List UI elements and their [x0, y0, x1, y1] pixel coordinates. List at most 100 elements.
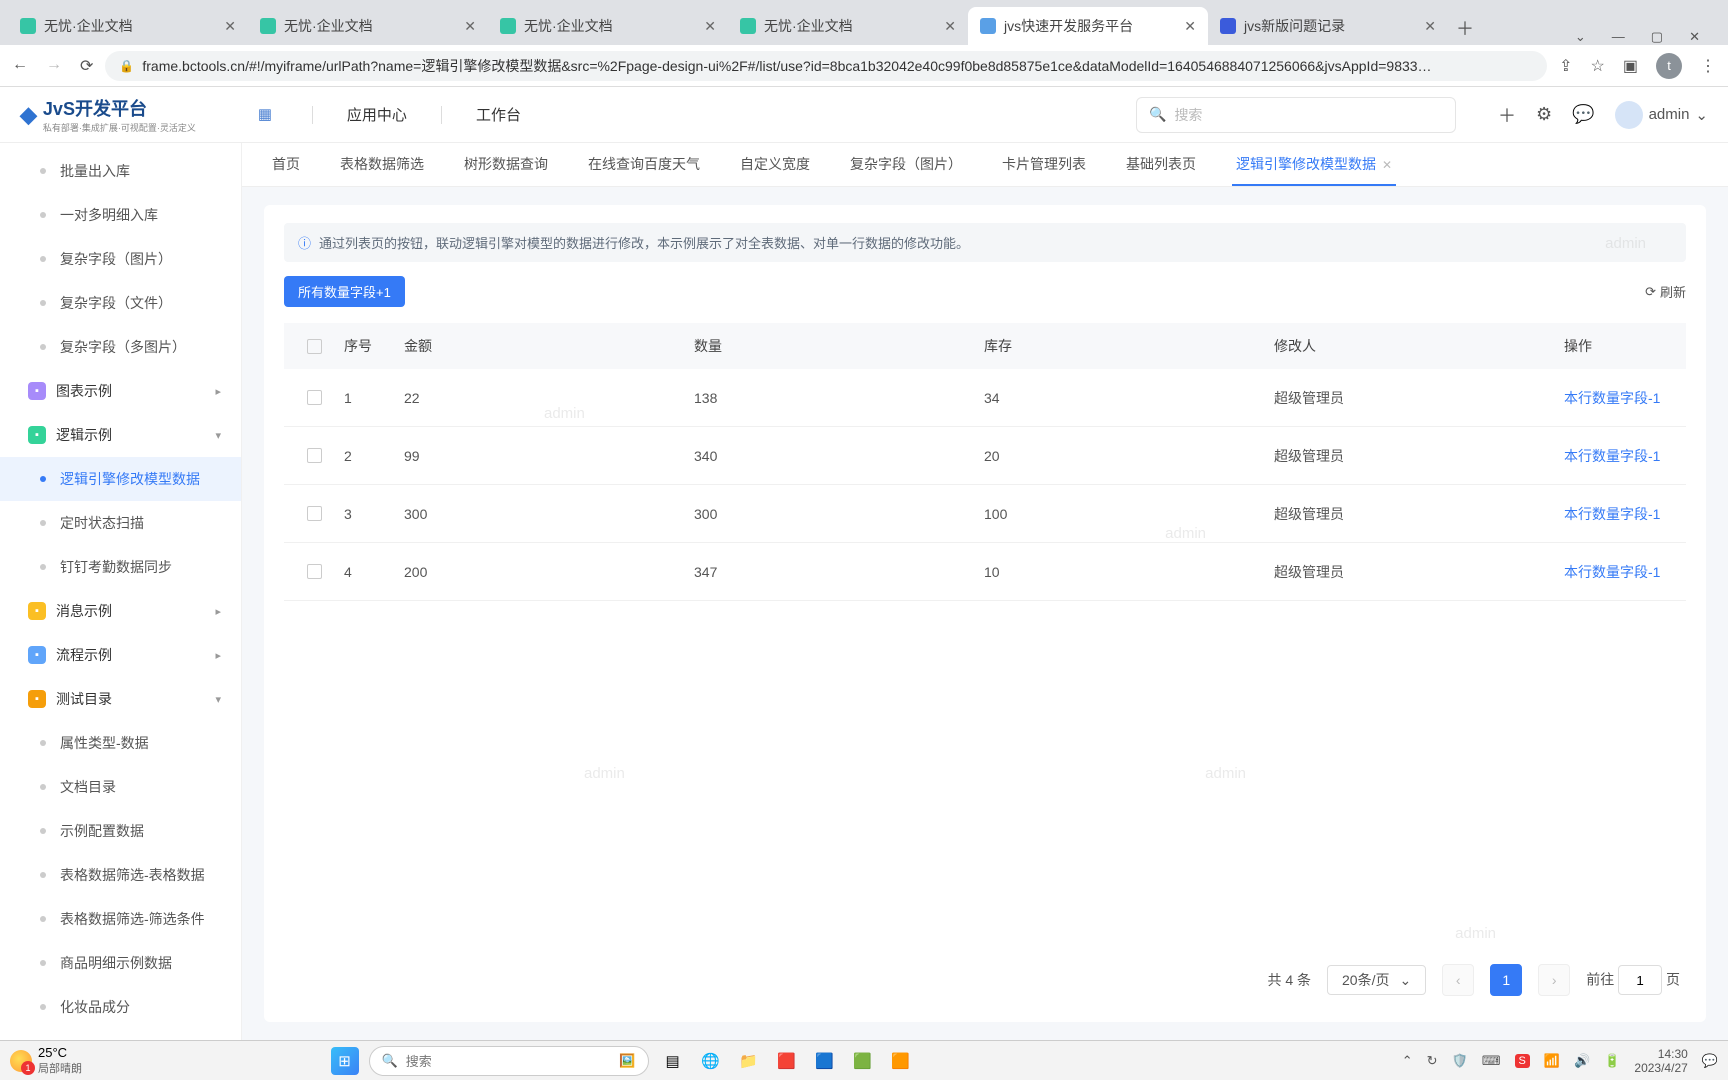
page-tab[interactable]: 逻辑引擎修改模型数据✕ — [1236, 154, 1392, 186]
sidebar-item[interactable]: 示例配置数据 — [0, 809, 241, 853]
sidebar-item[interactable]: ▪ 流程示例 ▸ — [0, 633, 241, 677]
kebab-menu-icon[interactable]: ⋮ — [1700, 56, 1716, 76]
minimize-icon[interactable]: — — [1612, 29, 1625, 45]
close-tab-icon[interactable]: ✕ — [464, 18, 476, 35]
app-logo[interactable]: ◆ JvS开发平台 私有部署·集成扩展·可视配置·灵活定义 — [20, 95, 196, 134]
close-tab-icon[interactable]: ✕ — [1424, 18, 1436, 35]
expand-icon[interactable]: ▸ — [215, 605, 221, 618]
app-icon[interactable]: 🟦 — [811, 1047, 839, 1075]
sidebar-item[interactable]: 定时状态扫描 — [0, 501, 241, 545]
taskbar-search[interactable]: 🔍 搜索 🖼️ — [369, 1046, 649, 1076]
close-tab-icon[interactable]: ✕ — [1382, 158, 1392, 172]
search-input[interactable]: 🔍 搜索 — [1136, 97, 1456, 133]
reload-icon[interactable]: ⟳ — [80, 56, 93, 76]
url-input[interactable]: 🔒 frame.bctools.cn/#!/myiframe/urlPath?n… — [105, 51, 1547, 81]
extensions-icon[interactable]: ▣ — [1623, 56, 1638, 76]
star-icon[interactable]: ☆ — [1591, 56, 1605, 76]
page-size-select[interactable]: 20条/页 ⌄ — [1327, 965, 1426, 995]
taskview-icon[interactable]: ▤ — [659, 1047, 687, 1075]
sidebar-item[interactable]: 商品明细示例数据 — [0, 941, 241, 985]
chrome-icon[interactable]: 🌐 — [697, 1047, 725, 1075]
page-tab[interactable]: 自定义宽度 — [740, 154, 810, 186]
sidebar-item[interactable]: 一对多明细入库 — [0, 193, 241, 237]
sidebar-item[interactable]: 文档目录 — [0, 765, 241, 809]
close-tab-icon[interactable]: ✕ — [1184, 18, 1196, 35]
tray-wifi-icon[interactable]: 📶 — [1544, 1053, 1560, 1069]
back-icon[interactable]: ← — [12, 56, 28, 76]
row-decrement-link[interactable]: 本行数量字段-1 — [1564, 564, 1660, 580]
page-tab[interactable]: 表格数据筛选 — [340, 154, 424, 186]
page-tab[interactable]: 在线查询百度天气 — [588, 154, 700, 186]
sidebar-item[interactable]: 复杂字段（多图片） — [0, 325, 241, 369]
sidebar-item[interactable]: ▪ 逻辑示例 ▾ — [0, 413, 241, 457]
row-checkbox[interactable] — [307, 390, 322, 405]
sidebar-item[interactable]: 表格数据筛选-筛选条件 — [0, 897, 241, 941]
chat-icon[interactable]: 💬 — [1572, 104, 1594, 125]
app-icon[interactable]: 🟥 — [773, 1047, 801, 1075]
sidebar-item[interactable]: 逻辑引擎修改模型数据 — [0, 457, 241, 501]
expand-icon[interactable]: ▸ — [215, 649, 221, 662]
browser-tab[interactable]: 无忧·企业文档 ✕ — [248, 7, 488, 45]
sidebar-item[interactable]: 属性类型-数据 — [0, 721, 241, 765]
close-tab-icon[interactable]: ✕ — [704, 18, 716, 35]
browser-tab[interactable]: 无忧·企业文档 ✕ — [8, 7, 248, 45]
row-decrement-link[interactable]: 本行数量字段-1 — [1564, 506, 1660, 522]
expand-icon[interactable]: ▸ — [215, 385, 221, 398]
tray-keyboard-icon[interactable]: ⌨ — [1482, 1053, 1501, 1069]
home-icon[interactable]: ▦ — [258, 105, 278, 125]
forward-icon[interactable]: → — [46, 56, 62, 76]
prev-page-button[interactable]: ‹ — [1442, 964, 1474, 996]
row-decrement-link[interactable]: 本行数量字段-1 — [1564, 390, 1660, 406]
maximize-icon[interactable]: ▢ — [1651, 29, 1663, 45]
user-menu[interactable]: admin ⌄ — [1615, 101, 1708, 129]
close-window-icon[interactable]: ✕ — [1689, 29, 1700, 45]
sidebar-item[interactable]: 批量出入库 — [0, 149, 241, 193]
sidebar-item[interactable]: ▪ 消息示例 ▸ — [0, 589, 241, 633]
bulk-increment-button[interactable]: 所有数量字段+1 — [284, 276, 405, 307]
row-checkbox[interactable] — [307, 448, 322, 463]
tray-volume-icon[interactable]: 🔊 — [1574, 1053, 1590, 1069]
next-page-button[interactable]: › — [1538, 964, 1570, 996]
tray-battery-icon[interactable]: 🔋 — [1604, 1053, 1620, 1069]
close-tab-icon[interactable]: ✕ — [224, 18, 236, 35]
page-tab[interactable]: 卡片管理列表 — [1002, 154, 1086, 186]
expand-icon[interactable]: ▾ — [215, 429, 221, 442]
row-checkbox[interactable] — [307, 506, 322, 521]
new-tab-button[interactable]: ＋ — [1448, 11, 1482, 45]
share-icon[interactable]: ⇪ — [1559, 56, 1572, 76]
browser-tab[interactable]: jvs快速开发服务平台 ✕ — [968, 7, 1208, 45]
page-tab[interactable]: 复杂字段（图片） — [850, 154, 962, 186]
page-tab[interactable]: 树形数据查询 — [464, 154, 548, 186]
goto-input[interactable] — [1618, 965, 1662, 995]
tray-input-icon[interactable]: S — [1515, 1054, 1530, 1068]
page-tab[interactable]: 首页 — [272, 154, 300, 186]
weather-widget[interactable]: 1 25°C 局部晴朗 — [10, 1045, 82, 1076]
sidebar-item[interactable]: 复杂字段（文件） — [0, 281, 241, 325]
row-decrement-link[interactable]: 本行数量字段-1 — [1564, 448, 1660, 464]
tray-notifications-icon[interactable]: 💬 — [1702, 1053, 1718, 1069]
tray-chevron-icon[interactable]: ⌃ — [1402, 1053, 1413, 1069]
plus-icon[interactable]: ＋ — [1498, 102, 1516, 128]
tray-sync-icon[interactable]: ↻ — [1427, 1053, 1438, 1069]
explorer-icon[interactable]: 📁 — [735, 1047, 763, 1075]
select-all-checkbox[interactable] — [307, 339, 322, 354]
chevron-down-icon[interactable]: ⌄ — [1575, 29, 1586, 45]
browser-tab[interactable]: jvs新版问题记录 ✕ — [1208, 7, 1448, 45]
sidebar-item[interactable]: 钉钉考勤数据同步 — [0, 545, 241, 589]
page-tab[interactable]: 基础列表页 — [1126, 154, 1196, 186]
refresh-button[interactable]: ⟳ 刷新 — [1645, 282, 1686, 301]
row-checkbox[interactable] — [307, 564, 322, 579]
sidebar-item[interactable]: 表格数据筛选-表格数据 — [0, 853, 241, 897]
app-icon[interactable]: 🟧 — [887, 1047, 915, 1075]
page-1-button[interactable]: 1 — [1490, 964, 1522, 996]
sidebar-item[interactable]: 复杂字段（图片） — [0, 237, 241, 281]
sidebar-item[interactable]: 化妆品成分 — [0, 985, 241, 1029]
sidebar-item[interactable]: ▪ 图表示例 ▸ — [0, 369, 241, 413]
browser-tab[interactable]: 无忧·企业文档 ✕ — [728, 7, 968, 45]
browser-tab[interactable]: 无忧·企业文档 ✕ — [488, 7, 728, 45]
start-icon[interactable]: ⊞ — [331, 1047, 359, 1075]
nav-workbench[interactable]: 工作台 — [476, 104, 521, 125]
sidebar-item[interactable]: ▪ 测试目录 ▾ — [0, 677, 241, 721]
profile-avatar[interactable]: t — [1656, 53, 1682, 79]
tray-shield-icon[interactable]: 🛡️ — [1452, 1053, 1468, 1069]
